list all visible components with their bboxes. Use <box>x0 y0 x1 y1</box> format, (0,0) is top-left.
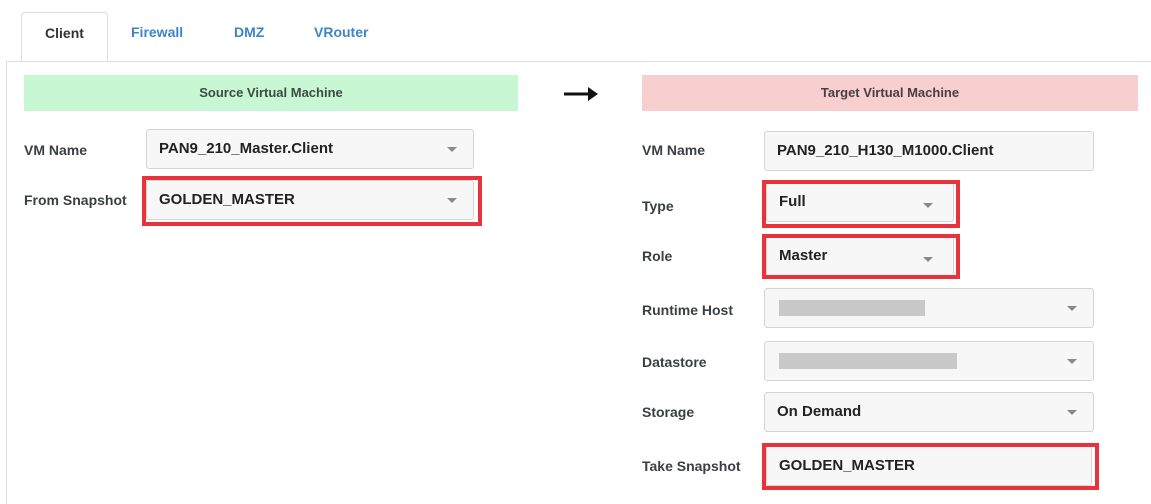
source-snapshot-label: From Snapshot <box>24 192 127 208</box>
target-type-label: Type <box>642 198 674 214</box>
target-vm-name-label: VM Name <box>642 142 706 158</box>
tab-bar: Client Firewall DMZ VRouter <box>0 0 1151 62</box>
highlight-target-role <box>762 234 960 279</box>
tab-firewall[interactable]: Firewall <box>131 24 183 40</box>
target-storage-value: On Demand <box>777 403 862 420</box>
target-role-label: Role <box>642 248 673 264</box>
target-vm-name-input[interactable]: PAN9_210_H130_M1000.Client <box>764 131 1094 171</box>
target-storage-label: Storage <box>642 404 695 420</box>
target-storage-select[interactable]: On Demand <box>764 392 1094 432</box>
chevron-down-icon <box>447 147 457 152</box>
source-vm-name-select[interactable]: PAN9_210_Master.Client <box>146 129 474 169</box>
highlight-target-type <box>762 180 960 228</box>
source-vm-name-label: VM Name <box>24 142 88 158</box>
chevron-down-icon <box>1067 306 1077 311</box>
arrow-right-icon <box>564 87 598 101</box>
chevron-down-icon <box>1067 410 1077 415</box>
tab-dmz[interactable]: DMZ <box>234 24 264 40</box>
content-border <box>6 62 7 504</box>
highlight-take-snapshot <box>762 443 1099 490</box>
source-vm-header: Source Virtual Machine <box>24 75 518 111</box>
target-datastore-label: Datastore <box>642 354 707 370</box>
source-vm-name-value: PAN9_210_Master.Client <box>159 140 333 157</box>
target-runtime-host-label: Runtime Host <box>642 302 733 318</box>
target-runtime-host-select[interactable] <box>764 288 1094 328</box>
tab-client[interactable]: Client <box>21 12 108 62</box>
redacted-block <box>779 300 925 316</box>
target-vm-header: Target Virtual Machine <box>642 75 1138 111</box>
redacted-block <box>779 353 957 369</box>
target-datastore-select[interactable] <box>764 341 1094 381</box>
tab-divider <box>6 61 1151 62</box>
chevron-down-icon <box>1067 359 1077 364</box>
target-vm-name-value: PAN9_210_H130_M1000.Client <box>777 142 994 159</box>
tab-vrouter[interactable]: VRouter <box>314 24 368 40</box>
target-take-snapshot-label: Take Snapshot <box>642 458 741 474</box>
highlight-source-snapshot <box>142 176 482 226</box>
